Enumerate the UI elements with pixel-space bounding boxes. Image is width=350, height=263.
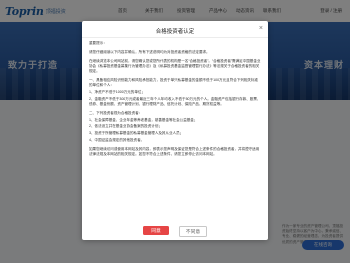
modal-divider bbox=[82, 37, 268, 38]
requirement-item: 1、净资产不低于1000万元的单位； bbox=[89, 90, 145, 95]
requirement-item: 2、依法设立并在基金业协会备案的投资计划； bbox=[89, 124, 162, 129]
modal-title: 合格投资者认定 bbox=[155, 29, 195, 35]
notice-paragraph: 如果您继续访问或使用本网站及其内容，即表示您声明及保证您是符合上述条件的合格投资… bbox=[89, 146, 260, 156]
requirement-item: 4、中国证监会规定的其他投资者。 bbox=[89, 137, 145, 142]
requirement-item: 3、投资于所管理私募基金的私募基金管理人及其从业人员； bbox=[89, 130, 184, 135]
agree-button[interactable]: 同意 bbox=[143, 226, 169, 235]
requirement-item: 2、金融资产不低于300万元或者最近三年个人年均收入不低于50万元的个人。金融资… bbox=[89, 96, 261, 106]
requirement-section-1: 一、具备相应风险识别能力和风险承担能力，投资于单只私募基金的金额不低于100万元… bbox=[89, 78, 259, 88]
requirement-section-2: 二、下列投资者视为合格投资者： bbox=[89, 110, 143, 115]
requirement-item: 1、社会保障基金、企业年金等养老基金，慈善基金等社会公益基金； bbox=[89, 117, 198, 122]
notice-paragraph: 请您仔细阅读以下内容并确认，所有下述说明均为对投资者资格的法定要求。 bbox=[89, 50, 210, 55]
notice-heading: 重要提示： bbox=[89, 41, 107, 45]
qualified-investor-modal: 合格投资者认定 × 重要提示： 请您仔细阅读以下内容并确认，所有下述说明均为对投… bbox=[82, 21, 268, 240]
notice-paragraph: 在继续浏览本公司网站前，请您确认您或您所代表的机构是一名“合格投资者”。“合格投… bbox=[89, 59, 261, 74]
modal-actions: 同意 不同意 bbox=[82, 226, 268, 237]
modal-body: 重要提示： 请您仔细阅读以下内容并确认，所有下述说明均为对投资者资格的法定要求。… bbox=[89, 41, 261, 221]
close-icon[interactable]: × bbox=[259, 25, 263, 32]
disagree-button[interactable]: 不同意 bbox=[179, 226, 207, 237]
page: Toprin 顶福投资 首页 关于我们 投资管理 产品中心 动态资讯 联系我们 … bbox=[0, 0, 350, 263]
